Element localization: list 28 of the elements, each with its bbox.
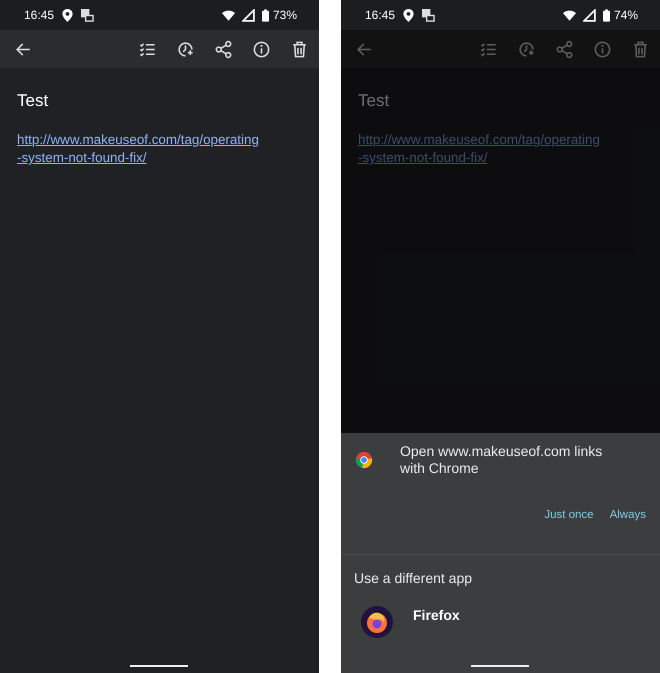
note-title: Test bbox=[17, 91, 50, 111]
open-with-message: Open www.makeuseof.com links with Chrome bbox=[400, 443, 604, 477]
wifi-icon bbox=[562, 8, 576, 22]
notification-image-icon bbox=[422, 8, 436, 22]
wifi-icon bbox=[222, 8, 235, 22]
reminder-clock-icon[interactable] bbox=[176, 40, 195, 58]
fox-logo-icon bbox=[361, 606, 393, 638]
battery-icon bbox=[602, 8, 610, 22]
notification-image-icon bbox=[81, 8, 94, 22]
signal-icon bbox=[242, 8, 255, 22]
browser-logo-icon bbox=[355, 451, 373, 469]
battery-percent: 73% bbox=[272, 8, 297, 22]
signal-icon bbox=[582, 8, 596, 22]
status-time: 16:45 bbox=[24, 8, 54, 22]
share-icon[interactable] bbox=[214, 40, 233, 58]
info-icon[interactable] bbox=[252, 40, 271, 58]
battery-icon bbox=[262, 8, 269, 22]
note-link[interactable]: http://www.makeuseof.com/tag/operating-system-not-found-fix/ bbox=[17, 131, 261, 167]
section-heading: Use a different app bbox=[353, 569, 474, 586]
app-option[interactable]: Firefox bbox=[341, 586, 660, 638]
just-once-button[interactable]: Just once bbox=[538, 505, 600, 525]
trash-icon[interactable] bbox=[290, 40, 309, 58]
note-title: Test bbox=[358, 91, 390, 111]
location-pin-icon bbox=[402, 8, 416, 22]
status-time: 16:45 bbox=[365, 8, 396, 22]
battery-percent: 74% bbox=[614, 8, 638, 22]
location-pin-icon bbox=[61, 8, 74, 22]
always-button[interactable]: Always bbox=[604, 505, 652, 525]
